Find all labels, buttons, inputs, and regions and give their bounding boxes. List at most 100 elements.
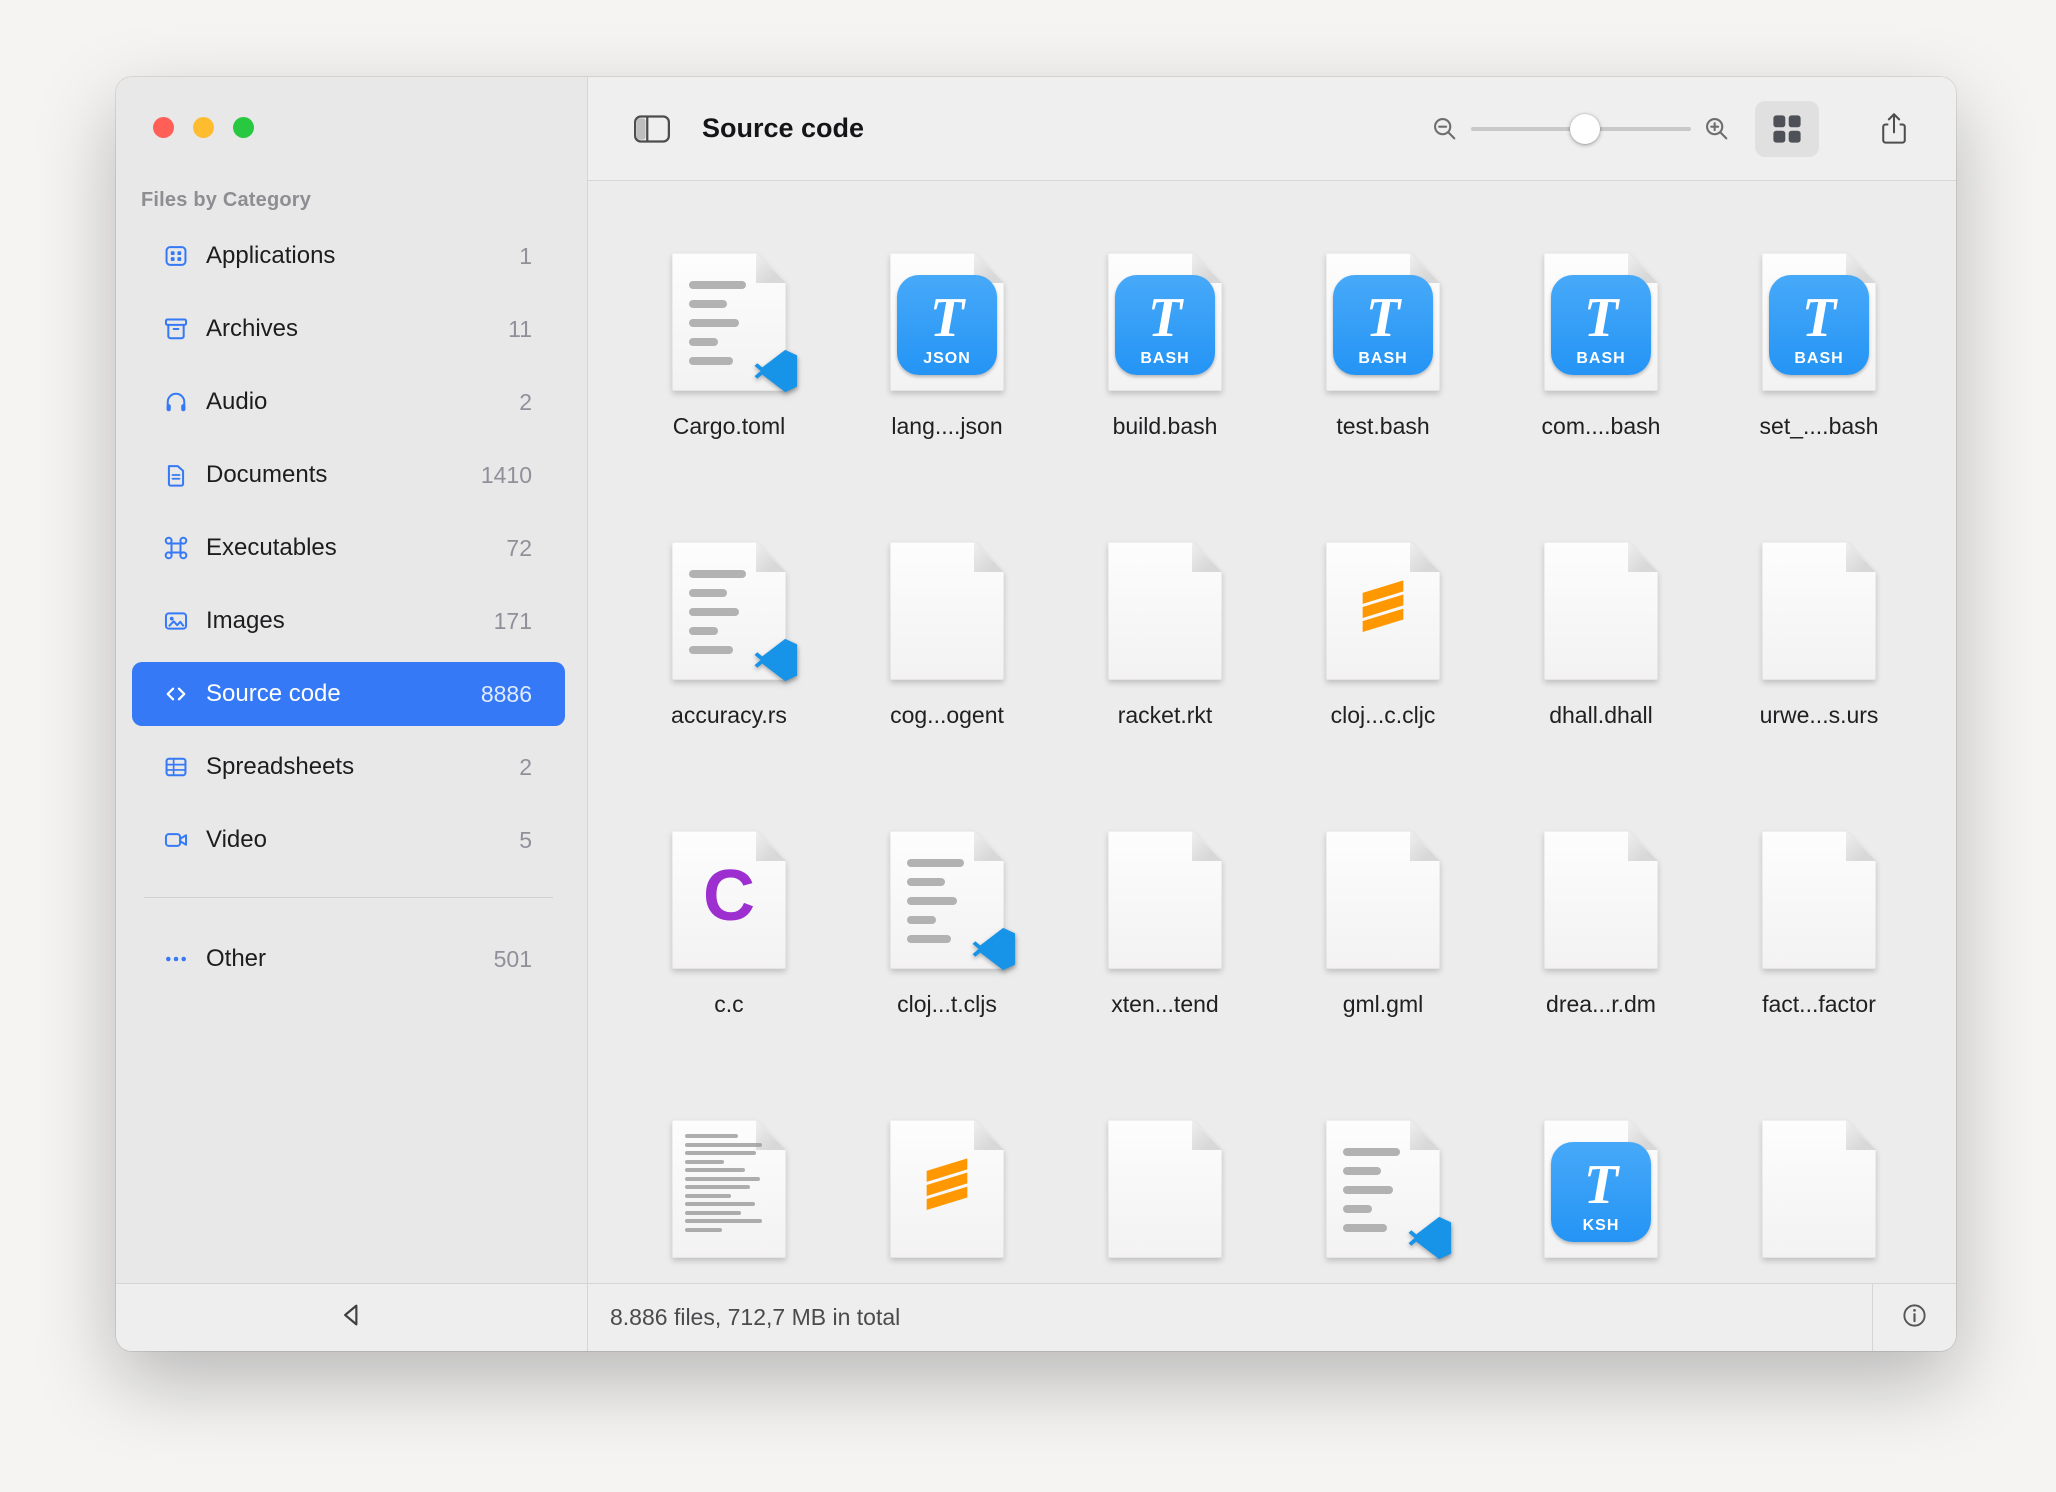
file-tile[interactable] — [1056, 1120, 1274, 1283]
zoom-out-icon[interactable] — [1431, 115, 1459, 143]
file-icon — [890, 542, 1004, 680]
sidebar-item-video[interactable]: Video 5 — [132, 808, 565, 872]
sidebar-item-documents[interactable]: Documents 1410 — [132, 443, 565, 507]
file-icon — [1326, 1120, 1440, 1258]
file-tile[interactable]: racket.rkt — [1056, 542, 1274, 831]
file-tile[interactable]: Cargo.toml — [620, 253, 838, 542]
page-fold — [974, 542, 1004, 572]
file-type-badge: BASH — [1333, 350, 1433, 368]
file-icon: C — [672, 831, 786, 969]
file-tile[interactable]: gml.gml — [1274, 831, 1492, 1120]
page-fold — [1846, 542, 1876, 572]
file-tile[interactable]: TBASH set_....bash — [1710, 253, 1928, 542]
photo-icon — [163, 608, 189, 634]
page-fold — [1628, 831, 1658, 861]
file-icon — [1108, 1120, 1222, 1258]
sidebar-item-audio[interactable]: Audio 2 — [132, 370, 565, 434]
file-tile[interactable]: cog...ogent — [838, 542, 1056, 831]
zoom-window-button[interactable] — [233, 117, 254, 138]
file-type-badge: BASH — [1551, 350, 1651, 368]
sidebar-item-count: 171 — [494, 608, 532, 635]
vscode-badge-icon — [754, 349, 798, 393]
file-tile[interactable] — [1710, 1120, 1928, 1283]
sidebar-item-images[interactable]: Images 171 — [132, 589, 565, 653]
file-icon: TBASH — [1544, 253, 1658, 391]
sidebar-item-applications[interactable]: Applications 1 — [132, 224, 565, 288]
file-tile[interactable]: TJSON lang....json — [838, 253, 1056, 542]
info-button[interactable] — [1901, 1302, 1928, 1334]
page-fold — [1846, 831, 1876, 861]
sidebar-item-label: Source code — [206, 680, 341, 708]
file-icon — [1108, 831, 1222, 969]
file-label: urwe...s.urs — [1760, 702, 1879, 729]
archive-box-icon — [163, 316, 189, 342]
sidebar-item-count: 1 — [519, 243, 532, 270]
file-tile[interactable] — [1274, 1120, 1492, 1283]
file-label: fact...factor — [1762, 991, 1876, 1018]
file-tile[interactable]: TBASH test.bash — [1274, 253, 1492, 542]
app-window: Files by Category Applications 1 Archive… — [116, 77, 1956, 1351]
file-icon — [1544, 831, 1658, 969]
file-tile[interactable]: TKSH — [1492, 1120, 1710, 1283]
file-tile[interactable]: cloj...t.cljs — [838, 831, 1056, 1120]
file-icon: TBASH — [1108, 253, 1222, 391]
sidebar-item-label: Video — [206, 826, 267, 854]
file-type-badge: BASH — [1769, 350, 1869, 368]
file-grid-area: Cargo.toml TJSON lang....json TBASH buil… — [588, 181, 1956, 1283]
close-button[interactable] — [153, 117, 174, 138]
file-tile[interactable]: TBASH build.bash — [1056, 253, 1274, 542]
sidebar-item-count: 11 — [508, 316, 532, 343]
back-chevron-icon — [337, 1300, 367, 1335]
page-fold — [756, 542, 786, 572]
file-label: build.bash — [1113, 413, 1218, 440]
file-tile[interactable]: drea...r.dm — [1492, 831, 1710, 1120]
file-label: c.c — [714, 991, 743, 1018]
page-fold — [1192, 1120, 1222, 1150]
share-button[interactable] — [1862, 101, 1926, 157]
textmate-logo: T — [1584, 1157, 1618, 1213]
zoom-slider-knob[interactable] — [1570, 114, 1600, 144]
file-icon — [1762, 831, 1876, 969]
file-tile[interactable]: cloj...c.cljc — [1274, 542, 1492, 831]
toggle-sidebar-button[interactable] — [632, 111, 672, 147]
page-fold — [974, 831, 1004, 861]
video-camera-icon — [163, 827, 189, 853]
sidebar-item-archives[interactable]: Archives 11 — [132, 297, 565, 361]
sidebar-item-other[interactable]: Other 501 — [132, 927, 565, 991]
sidebar-divider — [144, 897, 553, 898]
sidebar-item-source-code[interactable]: Source code 8886 — [132, 662, 565, 726]
file-tile[interactable]: fact...factor — [1710, 831, 1928, 1120]
command-key-icon — [163, 535, 189, 561]
sidebar-item-spreadsheets[interactable]: Spreadsheets 2 — [132, 735, 565, 799]
file-icon: TKSH — [1544, 1120, 1658, 1258]
file-tile[interactable] — [620, 1120, 838, 1283]
file-icon — [890, 831, 1004, 969]
sidebar-item-executables[interactable]: Executables 72 — [132, 516, 565, 580]
file-tile[interactable]: C c.c — [620, 831, 838, 1120]
zoom-in-icon[interactable] — [1703, 115, 1731, 143]
file-tile[interactable]: TBASH com....bash — [1492, 253, 1710, 542]
minimize-button[interactable] — [193, 117, 214, 138]
file-tile[interactable]: urwe...s.urs — [1710, 542, 1928, 831]
file-tile[interactable]: accuracy.rs — [620, 542, 838, 831]
file-type-badge: JSON — [897, 350, 997, 368]
textmate-logo: T — [1148, 290, 1182, 346]
text-preview-lines — [689, 570, 764, 654]
sidebar-item-count: 5 — [519, 827, 532, 854]
file-label: cloj...t.cljs — [897, 991, 997, 1018]
c-language-icon: C — [672, 827, 786, 965]
file-label: Cargo.toml — [673, 413, 785, 440]
back-button[interactable] — [337, 1300, 367, 1335]
sidebar-item-label: Archives — [206, 315, 298, 343]
sidebar-item-label: Applications — [206, 242, 335, 270]
file-tile[interactable]: xten...tend — [1056, 831, 1274, 1120]
zoom-slider[interactable] — [1471, 114, 1691, 144]
file-tile[interactable]: dhall.dhall — [1492, 542, 1710, 831]
file-icon — [1544, 542, 1658, 680]
file-tile[interactable] — [838, 1120, 1056, 1283]
ellipsis-icon — [163, 946, 189, 972]
file-label: cog...ogent — [890, 702, 1004, 729]
grid-view-button[interactable] — [1755, 101, 1819, 157]
sidebar-item-label: Spreadsheets — [206, 753, 354, 781]
textmate-icon: TBASH — [1115, 275, 1215, 375]
